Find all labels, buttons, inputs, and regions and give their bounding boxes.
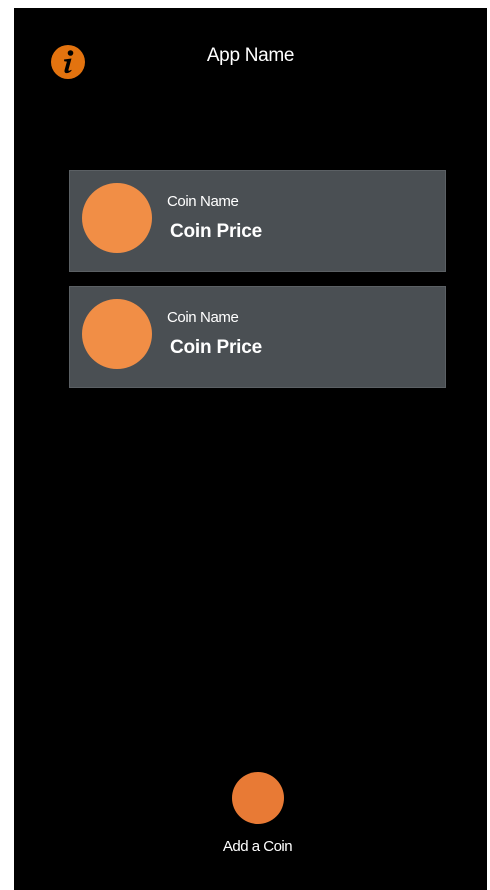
coin-price: Coin Price: [170, 337, 262, 358]
coin-name: Coin Name: [167, 193, 239, 210]
coin-card[interactable]: Coin Name Coin Price: [69, 286, 446, 388]
coin-icon: [82, 183, 152, 253]
coin-price: Coin Price: [170, 221, 262, 242]
coin-card[interactable]: Coin Name Coin Price: [69, 170, 446, 272]
app-title: App Name: [206, 45, 295, 66]
app-screen: App Name Coin Name Coin Price Coin Name …: [14, 8, 487, 890]
add-coin-button[interactable]: [232, 772, 284, 824]
coin-name: Coin Name: [167, 309, 239, 326]
add-coin-label[interactable]: Add a Coin: [14, 838, 490, 855]
coin-icon: [82, 299, 152, 369]
